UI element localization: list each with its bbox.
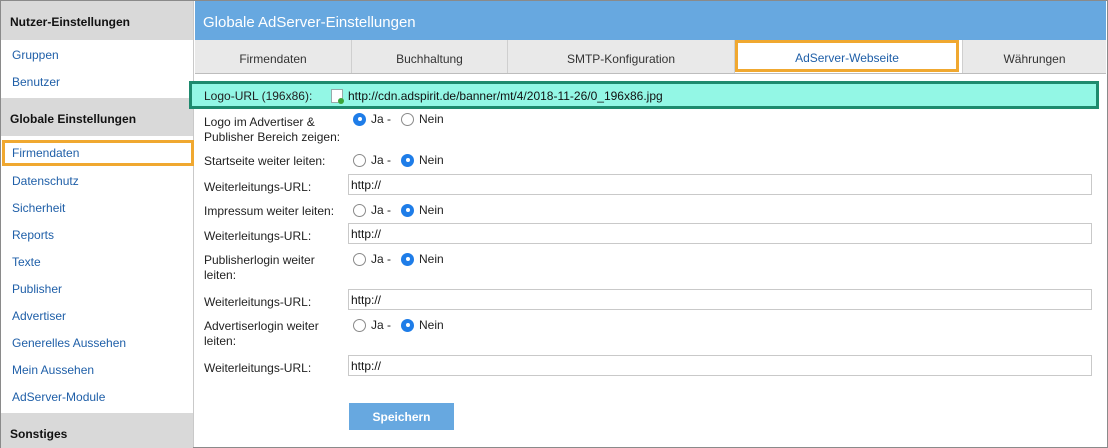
- show-logo-yes-radio[interactable]: [353, 112, 366, 126]
- sidebar-item-firmendaten[interactable]: Firmendaten: [2, 140, 194, 166]
- tab-smtp-konfiguration[interactable]: SMTP-Konfiguration: [508, 40, 735, 73]
- file-upload-icon[interactable]: [331, 89, 344, 104]
- advertiserlogin-radio-group: Ja - Nein: [353, 318, 454, 332]
- impressum-label: Impressum weiter leiten:: [204, 204, 335, 218]
- sidebar-item-datenschutz[interactable]: Datenschutz: [1, 166, 193, 193]
- tab-waehrungen[interactable]: Währungen: [963, 40, 1106, 73]
- sidebar-item-reports[interactable]: Reports: [1, 220, 193, 247]
- logo-url-value[interactable]: http://cdn.adspirit.de/banner/mt/4/2018-…: [348, 89, 663, 103]
- impressum-yes-radio[interactable]: [353, 203, 366, 217]
- sidebar-item-mein-aussehen[interactable]: Mein Aussehen: [1, 355, 193, 382]
- no-label: Nein: [419, 153, 444, 167]
- tab-bar: Firmendaten Buchhaltung SMTP-Konfigurati…: [195, 40, 1106, 74]
- sidebar-item-gruppen[interactable]: Gruppen: [1, 40, 193, 67]
- sidebar-section-sonstiges: Sonstiges: [1, 413, 193, 448]
- show-logo-no-radio[interactable]: [401, 112, 415, 126]
- advertiserlogin-no-radio[interactable]: [401, 318, 415, 332]
- tab-firmendaten[interactable]: Firmendaten: [195, 40, 352, 73]
- yes-label: Ja -: [371, 318, 392, 332]
- page-title: Globale AdServer-Einstellungen: [195, 1, 1106, 40]
- sidebar: Nutzer-Einstellungen Gruppen Benutzer Gl…: [1, 1, 194, 448]
- yes-label: Ja -: [371, 252, 392, 266]
- publisherlogin-label: Publisherlogin weiter leiten:: [204, 253, 315, 282]
- no-label: Nein: [419, 112, 444, 126]
- redirect-url-label: Weiterleitungs-URL:: [204, 180, 312, 194]
- startseite-no-radio[interactable]: [401, 153, 415, 167]
- sidebar-section-user-settings: Nutzer-Einstellungen: [1, 1, 193, 40]
- startseite-radio-group: Ja - Nein: [353, 153, 454, 167]
- impressum-no-radio[interactable]: [401, 203, 415, 217]
- yes-label: Ja -: [371, 153, 392, 167]
- impressum-radio-group: Ja - Nein: [353, 203, 454, 217]
- advertiserlogin-url-input[interactable]: http://: [348, 355, 1092, 376]
- redirect-url-label: Weiterleitungs-URL:: [204, 361, 312, 375]
- advertiserlogin-yes-radio[interactable]: [353, 318, 366, 332]
- tab-adserver-webseite[interactable]: AdServer-Webseite: [735, 40, 959, 72]
- sidebar-section-global-settings: Globale Einstellungen: [1, 98, 193, 136]
- publisherlogin-url-input[interactable]: http://: [348, 289, 1092, 310]
- save-button[interactable]: Speichern: [349, 403, 454, 430]
- no-label: Nein: [419, 252, 444, 266]
- publisherlogin-radio-group: Ja - Nein: [353, 252, 454, 266]
- startseite-yes-radio[interactable]: [353, 153, 366, 167]
- sidebar-item-sicherheit[interactable]: Sicherheit: [1, 193, 193, 220]
- tab-buchhaltung[interactable]: Buchhaltung: [352, 40, 508, 73]
- show-logo-radio-group: Ja - Nein: [353, 112, 454, 126]
- sidebar-item-texte[interactable]: Texte: [1, 247, 193, 274]
- yes-label: Ja -: [371, 203, 392, 217]
- advertiserlogin-label: Advertiserlogin weiter leiten:: [204, 319, 319, 348]
- sidebar-item-adserver-module[interactable]: AdServer-Module: [1, 382, 193, 409]
- startseite-url-input[interactable]: http://: [348, 174, 1092, 195]
- sidebar-item-benutzer[interactable]: Benutzer: [1, 67, 193, 94]
- publisherlogin-yes-radio[interactable]: [353, 252, 366, 266]
- sidebar-item-advertiser[interactable]: Advertiser: [1, 301, 193, 328]
- logo-url-row: Logo-URL (196x86): http://cdn.adspirit.d…: [189, 81, 1099, 109]
- no-label: Nein: [419, 318, 444, 332]
- sidebar-item-publisher[interactable]: Publisher: [1, 274, 193, 301]
- logo-url-label: Logo-URL (196x86):: [204, 89, 313, 103]
- redirect-url-label: Weiterleitungs-URL:: [204, 229, 312, 243]
- show-logo-label: Logo im Advertiser & Publisher Bereich z…: [204, 115, 341, 144]
- no-label: Nein: [419, 203, 444, 217]
- sidebar-item-generelles-aussehen[interactable]: Generelles Aussehen: [1, 328, 193, 355]
- impressum-url-input[interactable]: http://: [348, 223, 1092, 244]
- main-panel: Globale AdServer-Einstellungen Firmendat…: [189, 1, 1106, 447]
- yes-label: Ja -: [371, 112, 392, 126]
- redirect-url-label: Weiterleitungs-URL:: [204, 295, 312, 309]
- startseite-label: Startseite weiter leiten:: [204, 154, 326, 168]
- publisherlogin-no-radio[interactable]: [401, 252, 415, 266]
